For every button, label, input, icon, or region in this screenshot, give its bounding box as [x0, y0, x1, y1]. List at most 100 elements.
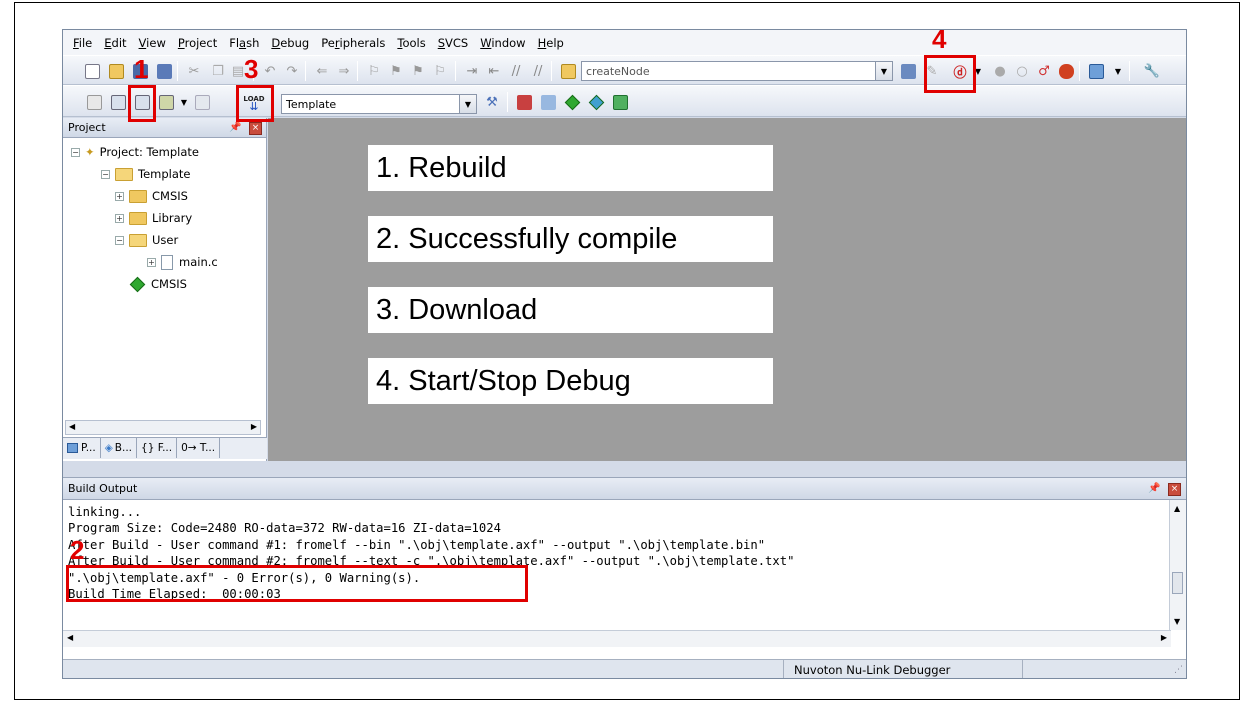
nav-back-icon[interactable]: ⇐ — [313, 62, 331, 80]
menu-flash[interactable]: Flash — [229, 36, 259, 50]
stop-build-icon[interactable] — [193, 93, 211, 111]
undo-icon[interactable]: ↶ — [261, 62, 279, 80]
tree-file-main[interactable]: + main.c — [147, 252, 218, 272]
save-all-icon[interactable] — [155, 62, 173, 80]
find-in-files-icon[interactable] — [559, 62, 577, 80]
prev-bookmark-icon[interactable]: ⚑ — [387, 62, 405, 80]
collapse-icon[interactable]: − — [71, 147, 80, 157]
clear-bookmarks-icon[interactable]: ⚐ — [431, 62, 449, 80]
uncomment-icon[interactable]: // — [529, 62, 547, 80]
open-file-icon[interactable] — [107, 62, 125, 80]
scroll-right-icon[interactable]: ▶ — [1161, 633, 1167, 642]
menu-debug[interactable]: Debug — [271, 36, 309, 50]
close-icon[interactable]: × — [249, 121, 262, 135]
scroll-down-icon[interactable]: ▼ — [1174, 617, 1180, 626]
scroll-left-icon[interactable]: ◀ — [69, 422, 75, 431]
callout-number-2: 2 — [70, 535, 85, 565]
build-toolbar: ▼ LOAD ⇊ Template ▼ ⚒ — [63, 85, 1186, 117]
select-packs-icon[interactable] — [539, 93, 557, 111]
wrench-icon[interactable]: 🔧 — [1143, 62, 1161, 80]
menu-window[interactable]: Window — [480, 36, 525, 50]
scroll-left-icon[interactable]: ◀ — [67, 633, 73, 642]
project-panel: Project 📌 × − ✦ Project: Template − Temp… — [63, 118, 267, 461]
indent-icon[interactable]: ⇥ — [463, 62, 481, 80]
menu-peripherals[interactable]: Peripherals — [321, 36, 385, 50]
tab-templates[interactable]: 0→ T... — [177, 438, 221, 458]
disable-breakpoint-icon[interactable]: ○ — [1013, 62, 1031, 80]
pin-icon[interactable]: 📌 — [229, 122, 241, 133]
scroll-thumb[interactable] — [1172, 572, 1183, 594]
c-file-icon — [161, 254, 173, 270]
status-debugger: Nuvoton Nu-Link Debugger — [783, 660, 1023, 678]
new-file-icon[interactable] — [83, 62, 101, 80]
manage-rte-icon[interactable] — [563, 93, 581, 111]
next-bookmark-icon[interactable]: ⚑ — [409, 62, 427, 80]
scroll-up-icon[interactable]: ▲ — [1174, 504, 1180, 513]
menu-view[interactable]: View — [139, 36, 166, 50]
target-select[interactable]: Template ▼ — [281, 94, 477, 114]
collapse-icon[interactable]: − — [101, 169, 110, 179]
tree-group-library[interactable]: + Library — [115, 208, 192, 228]
tab-project[interactable]: P... — [63, 438, 101, 458]
chevron-down-icon[interactable]: ▼ — [459, 95, 476, 113]
nav-forward-icon[interactable]: ⇒ — [335, 62, 353, 80]
expand-icon[interactable]: + — [115, 191, 124, 201]
comment-icon[interactable]: // — [507, 62, 525, 80]
build-icon[interactable] — [109, 93, 127, 111]
menu-edit[interactable]: Edit — [104, 36, 126, 50]
find-combo[interactable]: createNode ▼ — [581, 61, 893, 81]
pack-installer-icon[interactable] — [611, 93, 629, 111]
menu-file[interactable]: File — [73, 36, 92, 50]
tree-project-root[interactable]: − ✦ Project: Template — [71, 142, 199, 162]
unindent-icon[interactable]: ⇤ — [485, 62, 503, 80]
batch-build-icon[interactable] — [157, 93, 175, 111]
collapse-icon[interactable]: − — [115, 235, 124, 245]
chevron-down-icon[interactable]: ▼ — [175, 93, 193, 111]
find-icon[interactable] — [899, 62, 917, 80]
build-vscrollbar[interactable]: ▲ ▼ — [1169, 500, 1186, 630]
project-tree: − ✦ Project: Template − Template + CMSIS… — [63, 138, 266, 292]
target-options-icon[interactable]: ⚒ — [483, 93, 501, 111]
cut-icon[interactable]: ✂ — [185, 62, 203, 80]
tree-target[interactable]: − Template — [101, 164, 190, 184]
chevron-down-icon[interactable]: ▼ — [1109, 62, 1127, 80]
redo-icon[interactable]: ↷ — [283, 62, 301, 80]
resize-grip-icon[interactable]: ⋰ — [1174, 665, 1183, 675]
manage-project-items-icon[interactable] — [515, 93, 533, 111]
copy-icon[interactable]: ❐ — [209, 62, 227, 80]
tab-functions[interactable]: {} F... — [137, 438, 178, 458]
callout-box-rebuild — [128, 85, 156, 122]
tree-component-cmsis[interactable]: CMSIS — [129, 274, 187, 294]
note-debug: 4. Start/Stop Debug — [368, 358, 773, 404]
build-line: After Build - User command #1: fromelf -… — [68, 537, 766, 552]
scroll-right-icon[interactable]: ▶ — [251, 422, 257, 431]
tab-books[interactable]: ◈ B... — [101, 438, 138, 458]
status-bar: Nuvoton Nu-Link Debugger ⋰ — [63, 659, 1186, 678]
chevron-down-icon[interactable]: ▼ — [875, 62, 892, 80]
menu-project[interactable]: Project — [178, 36, 217, 50]
bookmark-icon[interactable]: ⚐ — [365, 62, 383, 80]
build-line: linking... — [68, 505, 142, 519]
close-icon[interactable]: × — [1168, 482, 1181, 496]
breakpoint-icon[interactable]: ● — [991, 62, 1009, 80]
callout-box-compile-result — [66, 565, 528, 602]
file-toolbar: ✂ ❐ ▤ ↶ ↷ ⇐ ⇒ ⚐ ⚑ ⚑ ⚐ ⇥ ⇤ // // createNo… — [63, 55, 1186, 85]
build-output-title: Build Output — [68, 482, 138, 495]
tree-group-cmsis[interactable]: + CMSIS — [115, 186, 188, 206]
project-hscrollbar[interactable]: ◀ ▶ — [65, 420, 261, 435]
expand-icon[interactable]: + — [147, 257, 156, 267]
pin-icon[interactable]: 📌 — [1148, 483, 1160, 494]
disable-all-breakpoints-icon[interactable] — [1057, 62, 1075, 80]
menu-tools[interactable]: Tools — [397, 36, 425, 50]
folder-icon — [129, 211, 147, 225]
menu-help[interactable]: Help — [538, 36, 564, 50]
tree-group-user[interactable]: − User — [115, 230, 178, 250]
translate-icon[interactable] — [85, 93, 103, 111]
kill-breakpoints-icon[interactable]: ♂ — [1035, 62, 1053, 80]
window-config-icon[interactable] — [1087, 62, 1105, 80]
build-hscrollbar[interactable]: ◀ ▶ — [63, 630, 1171, 647]
expand-icon[interactable]: + — [115, 213, 124, 223]
component-icon[interactable] — [587, 93, 605, 111]
menu-svcs[interactable]: SVCS — [438, 36, 469, 50]
build-output-header: Build Output 📌 × — [63, 478, 1186, 500]
